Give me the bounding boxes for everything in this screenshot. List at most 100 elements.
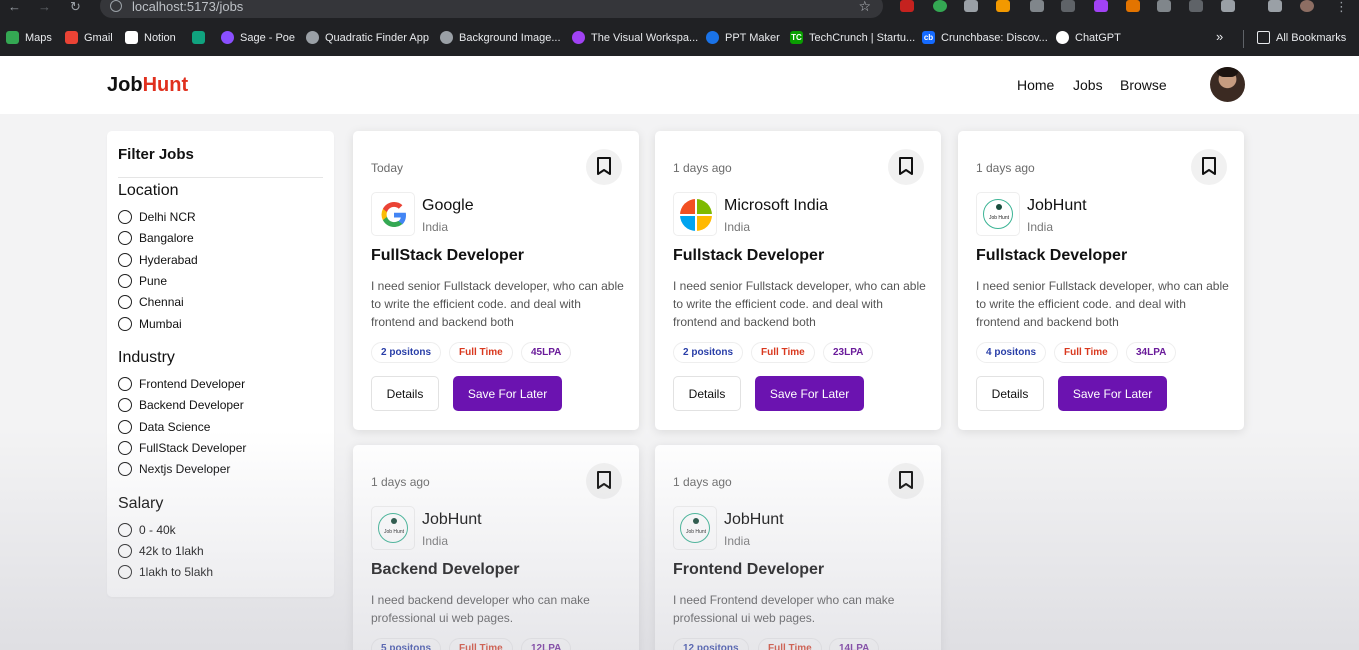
- address-bar[interactable]: localhost:5173/jobs ☆: [100, 0, 883, 18]
- filter-option[interactable]: Bangalore: [118, 231, 194, 245]
- bookmark-maps[interactable]: Maps: [6, 31, 52, 44]
- filter-option[interactable]: Chennai: [118, 295, 184, 309]
- radio-button[interactable]: [118, 295, 132, 309]
- download-icon[interactable]: [1268, 0, 1282, 12]
- radio-button[interactable]: [118, 523, 132, 537]
- nav-home[interactable]: Home: [1017, 77, 1054, 93]
- filter-option[interactable]: Frontend Developer: [118, 377, 245, 391]
- job-description: I need Frontend developer who can make p…: [673, 593, 895, 625]
- filter-option[interactable]: 0 - 40k: [118, 523, 176, 537]
- bookmark-button[interactable]: [888, 149, 924, 185]
- bookmark-ppt-maker[interactable]: PPT Maker: [706, 31, 780, 44]
- notion-icon: [125, 31, 138, 44]
- profile-icon[interactable]: [1300, 0, 1314, 12]
- extension-icon[interactable]: [1094, 0, 1108, 12]
- extension-icon[interactable]: [1189, 0, 1203, 12]
- radio-button[interactable]: [118, 565, 132, 579]
- bookmark-techcrunch[interactable]: TC TechCrunch | Startu...: [790, 31, 915, 44]
- extension-icon[interactable]: [1061, 0, 1075, 12]
- filter-option[interactable]: Mumbai: [118, 317, 182, 331]
- bookmark-chatgpt-green[interactable]: [192, 31, 211, 44]
- reload-icon[interactable]: ↻: [70, 0, 81, 14]
- positions-badge: 2 positons: [371, 342, 442, 363]
- details-button[interactable]: Details: [673, 376, 741, 411]
- job-card[interactable]: 1 days ago Microsoft India India Fullsta…: [655, 131, 941, 430]
- filter-option[interactable]: Delhi NCR: [118, 210, 196, 224]
- save-for-later-button[interactable]: Save For Later: [755, 376, 864, 411]
- job-type-badge: Full Time: [751, 342, 815, 363]
- filter-option[interactable]: Data Science: [118, 420, 210, 434]
- folder-icon: [1257, 31, 1270, 44]
- filter-option[interactable]: 1lakh to 5lakh: [118, 565, 213, 579]
- google-logo: [371, 192, 415, 236]
- extension-icon[interactable]: [1157, 0, 1171, 12]
- extension-icon[interactable]: [933, 0, 947, 12]
- job-type-badge: Full Time: [449, 342, 513, 363]
- filter-option[interactable]: Backend Developer: [118, 398, 244, 412]
- radio-button[interactable]: [118, 377, 132, 391]
- filter-option[interactable]: Hyderabad: [118, 253, 198, 267]
- save-for-later-button[interactable]: Save For Later: [453, 376, 562, 411]
- radio-button[interactable]: [118, 544, 132, 558]
- bookmark-visual-workspace[interactable]: The Visual Workspa...: [572, 31, 698, 44]
- filter-option[interactable]: 42k to 1lakh: [118, 544, 204, 558]
- ppt-icon: [706, 31, 719, 44]
- bookmark-chatgpt[interactable]: ChatGPT: [1056, 31, 1121, 44]
- forward-icon[interactable]: →: [38, 0, 51, 14]
- radio-button[interactable]: [118, 420, 132, 434]
- radio-button[interactable]: [118, 441, 132, 455]
- job-card[interactable]: 1 days ago Job Hunt JobHunt India Backen…: [353, 445, 639, 650]
- chatgpt-icon: [1056, 31, 1069, 44]
- jobhunt-logo[interactable]: JobHunt: [107, 74, 188, 97]
- chevron-right-icon[interactable]: »: [1216, 30, 1223, 44]
- filter-option[interactable]: Nextjs Developer: [118, 462, 230, 476]
- radio-button[interactable]: [118, 253, 132, 267]
- bookmark-crunchbase[interactable]: cb Crunchbase: Discov...: [922, 31, 1048, 44]
- extension-icon[interactable]: [964, 0, 978, 12]
- filter-option[interactable]: Pune: [118, 274, 167, 288]
- avatar[interactable]: [1210, 67, 1245, 102]
- radio-button[interactable]: [118, 462, 132, 476]
- nav-jobs[interactable]: Jobs: [1073, 77, 1103, 93]
- save-for-later-button[interactable]: Save For Later: [1058, 376, 1167, 411]
- extension-icon[interactable]: [1030, 0, 1044, 12]
- job-location: India: [422, 534, 449, 548]
- all-bookmarks[interactable]: All Bookmarks: [1257, 31, 1346, 44]
- job-card[interactable]: 1 days ago Job Hunt JobHunt India Fronte…: [655, 445, 941, 650]
- details-button[interactable]: Details: [371, 376, 439, 411]
- bookmarks-divider: [1243, 30, 1244, 48]
- extensions-puzzle-icon[interactable]: [1221, 0, 1235, 12]
- positions-badge: 5 positons: [371, 638, 442, 650]
- details-button[interactable]: Details: [976, 376, 1044, 411]
- site-info-icon[interactable]: [110, 0, 122, 12]
- filter-option[interactable]: FullStack Developer: [118, 441, 246, 455]
- bookmark-quadratic[interactable]: Quadratic Finder App: [306, 31, 429, 44]
- bookmark-sage-poe[interactable]: Sage - Poe: [221, 31, 295, 44]
- bookmark-gmail[interactable]: Gmail: [65, 31, 113, 44]
- extension-icon[interactable]: [1126, 0, 1140, 12]
- bookmark-icon: [597, 471, 611, 489]
- job-date: 1 days ago: [673, 161, 732, 175]
- radio-button[interactable]: [118, 317, 132, 331]
- bookmark-button[interactable]: [1191, 149, 1227, 185]
- browser-menu-icon[interactable]: ⋮: [1335, 0, 1348, 14]
- radio-button[interactable]: [118, 274, 132, 288]
- bookmark-notion[interactable]: Notion: [125, 31, 176, 44]
- nav-browse[interactable]: Browse: [1120, 77, 1167, 93]
- bookmark-button[interactable]: [586, 149, 622, 185]
- extension-icon[interactable]: [900, 0, 914, 12]
- gmail-icon: [65, 31, 78, 44]
- job-card[interactable]: 1 days ago Job Hunt JobHunt India Fullst…: [958, 131, 1244, 430]
- bookmark-background-image[interactable]: Background Image...: [440, 31, 561, 44]
- radio-button[interactable]: [118, 231, 132, 245]
- job-card[interactable]: Today Google India FullStack Developer I…: [353, 131, 639, 430]
- back-icon[interactable]: ←: [8, 0, 21, 14]
- extension-icon[interactable]: [996, 0, 1010, 12]
- bookmark-star-icon[interactable]: ☆: [858, 0, 871, 15]
- bookmark-button[interactable]: [888, 463, 924, 499]
- radio-button[interactable]: [118, 398, 132, 412]
- jobhunt-company-logo: Job Hunt: [673, 506, 717, 550]
- bookmark-button[interactable]: [586, 463, 622, 499]
- radio-button[interactable]: [118, 210, 132, 224]
- job-type-badge: Full Time: [1054, 342, 1118, 363]
